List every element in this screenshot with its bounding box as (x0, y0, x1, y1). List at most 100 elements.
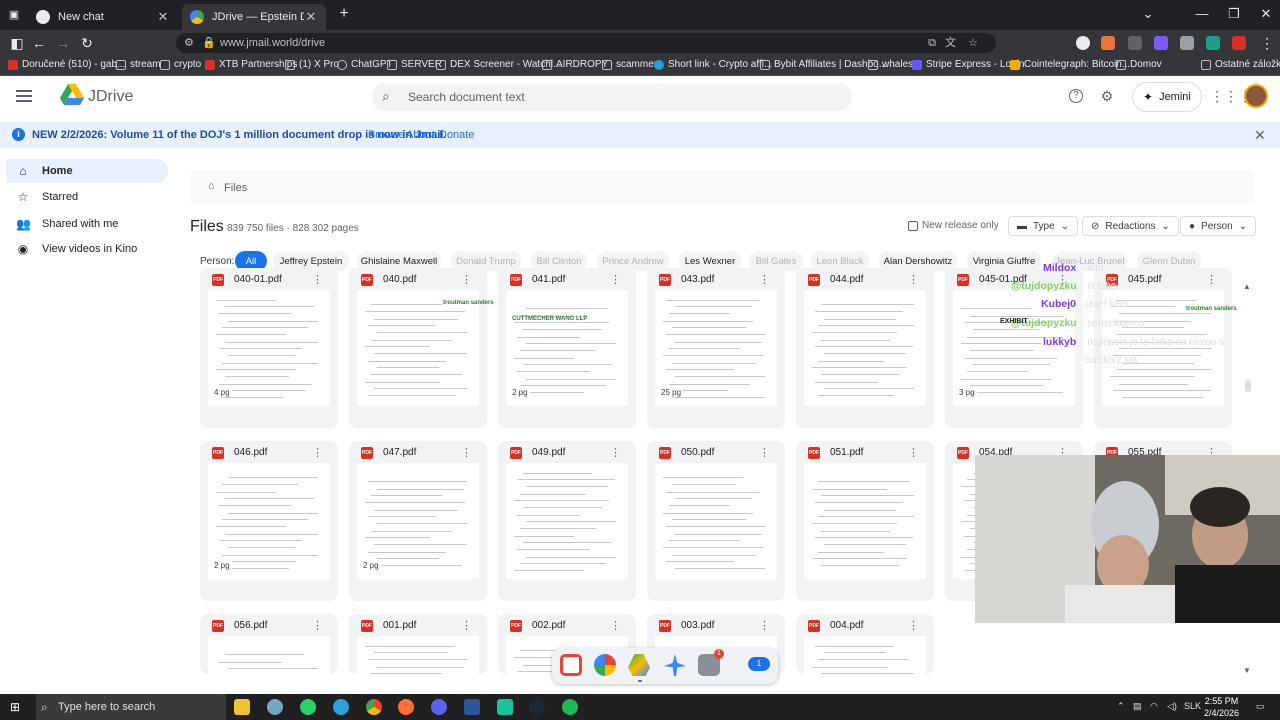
site-settings-icon[interactable]: ⚙ (184, 33, 194, 53)
bookmark-folder[interactable]: AIRDROPY (542, 59, 608, 70)
browser-tab-jdrive[interactable]: JDrive — Epstein Document Ar ✕ (182, 4, 326, 30)
more-options-icon[interactable]: ⋮ (461, 446, 472, 459)
chrome-icon[interactable] (366, 699, 382, 715)
bookmark-folder[interactable]: crypto (160, 59, 201, 70)
bookmark[interactable]: Doručené (510) - gab... (8, 59, 125, 70)
more-options-icon[interactable]: ⋮ (461, 273, 472, 286)
close-tab-icon[interactable]: ✕ (304, 9, 318, 25)
more-options-icon[interactable]: ⋮ (759, 446, 770, 459)
word-icon[interactable] (464, 699, 480, 715)
file-name[interactable]: 046.pdf (234, 447, 267, 458)
extension-icon[interactable] (1128, 36, 1142, 50)
document-thumbnail[interactable] (804, 636, 926, 674)
document-thumbnail[interactable] (804, 290, 926, 406)
clock[interactable]: 2:55 PM 2/4/2026 (1204, 695, 1239, 719)
document-thumbnail[interactable] (357, 636, 479, 674)
file-card[interactable]: PDF 049.pdf ⋮ (498, 441, 636, 601)
more-options-icon[interactable]: ⋮ (759, 273, 770, 286)
avatar[interactable] (1244, 84, 1268, 108)
person-filter[interactable]: ● Person ⌄ (1180, 216, 1257, 236)
file-card[interactable]: PDF 041.pdf ⋮ 2 pg (498, 268, 636, 428)
sidebar-toggle-icon[interactable]: ◧ (8, 34, 26, 52)
profile-icon[interactable] (1076, 36, 1090, 50)
notifications-icon[interactable]: ▭ (1256, 701, 1265, 712)
app-icon[interactable] (267, 699, 283, 715)
firefox-icon[interactable] (398, 699, 414, 715)
file-name[interactable]: 051.pdf (830, 447, 863, 458)
extension-icon[interactable] (1232, 36, 1246, 50)
file-card[interactable]: PDF 004.pdf ⋮ (796, 614, 934, 674)
redactions-filter[interactable]: ⊘ Redactions ⌄ (1082, 216, 1179, 236)
whatsapp-icon[interactable] (300, 699, 316, 715)
spotify-icon[interactable] (562, 699, 578, 715)
search-input[interactable]: Search document text (408, 90, 525, 104)
help-icon[interactable]: ? (1069, 89, 1083, 103)
tab-search-icon[interactable]: ⌄ (1138, 6, 1158, 22)
flights-icon[interactable] (664, 654, 686, 676)
more-options-icon[interactable]: ⋮ (610, 619, 621, 632)
file-name[interactable]: 043.pdf (681, 274, 714, 285)
browser-menu-icon[interactable]: ⋮ (1258, 34, 1276, 52)
file-card[interactable]: PDF 051.pdf ⋮ (796, 441, 934, 601)
file-card[interactable]: PDF 001.pdf ⋮ (349, 614, 487, 674)
file-name[interactable]: 040.pdf (383, 274, 416, 285)
document-thumbnail[interactable] (357, 290, 479, 406)
banner-browse-link[interactable]: Browse (368, 129, 405, 141)
file-name[interactable]: 050.pdf (681, 447, 714, 458)
file-card[interactable]: PDF 040.pdf ⋮ (349, 268, 487, 428)
bookmark-star-icon[interactable]: ☆ (968, 33, 978, 53)
sidebar-item-home[interactable]: ⌂ Home (6, 159, 168, 183)
more-options-icon[interactable]: ⋮ (908, 619, 919, 632)
bookmark[interactable]: XTB Partnerships (205, 59, 297, 70)
home-icon[interactable]: ⌂ (208, 180, 215, 192)
file-name[interactable]: 049.pdf (532, 447, 565, 458)
close-window-icon[interactable]: ✕ (1256, 6, 1276, 22)
banner-about-link[interactable]: About (406, 129, 435, 141)
type-filter[interactable]: ▬ Type ⌄ (1008, 216, 1079, 236)
jdrive-logo-icon[interactable] (60, 84, 84, 106)
file-name[interactable]: 004.pdf (830, 620, 863, 631)
tray-chevron-icon[interactable]: ⌃ (1117, 701, 1125, 712)
bookmark[interactable]: (1) X Pro (285, 59, 339, 70)
bookmark[interactable]: Short link - Crypto affi... (654, 59, 772, 70)
install-app-icon[interactable]: ⧉ (928, 33, 936, 53)
telegram-icon[interactable] (333, 699, 349, 715)
file-card[interactable]: PDF 050.pdf ⋮ (647, 441, 785, 601)
more-options-icon[interactable]: ⋮ (461, 619, 472, 632)
more-options-icon[interactable]: ⋮ (312, 619, 323, 632)
more-options-icon[interactable]: ⋮ (610, 446, 621, 459)
steam-icon[interactable] (529, 699, 545, 715)
more-options-icon[interactable]: ⋮ (312, 446, 323, 459)
file-name[interactable]: 001.pdf (383, 620, 416, 631)
file-name[interactable]: 045.pdf (1128, 274, 1161, 285)
browser-tab-new-chat[interactable]: New chat ✕ (28, 4, 178, 30)
file-name[interactable]: 003.pdf (681, 620, 714, 631)
new-release-checkbox[interactable]: New release only (908, 220, 999, 231)
bookmark-folder[interactable]: whales (868, 59, 913, 70)
file-name[interactable]: 040-01.pdf (234, 274, 282, 285)
address-bar[interactable]: ⚙ 🔒 www.jmail.world/drive ⧉ 文 ☆ (176, 33, 996, 53)
chat-count-badge[interactable]: 1 (748, 657, 770, 671)
taskbar-search-input[interactable]: Type here to search (58, 701, 155, 713)
scroll-up-icon[interactable]: ▲ (1243, 282, 1251, 291)
file-card[interactable]: PDF 056.pdf ⋮ (200, 614, 338, 674)
file-card[interactable]: PDF 043.pdf ⋮ 25 pg (647, 268, 785, 428)
more-options-icon[interactable]: ⋮ (610, 273, 621, 286)
restore-icon[interactable]: ❐ (1224, 6, 1244, 22)
more-options-icon[interactable]: ⋮ (1206, 273, 1217, 286)
bookmark-folder[interactable]: SERVER (387, 59, 442, 70)
close-banner-icon[interactable]: ✕ (1254, 127, 1266, 144)
extension-brave-icon[interactable] (1101, 36, 1115, 50)
reload-icon[interactable]: ↻ (78, 34, 96, 52)
banner-donate-link[interactable]: Donate (439, 129, 474, 141)
volume-icon[interactable]: ◁) (1167, 701, 1177, 712)
close-tab-icon[interactable]: ✕ (156, 9, 170, 25)
gmail-icon[interactable] (560, 654, 582, 676)
network-icon[interactable]: ▤ (1133, 701, 1142, 712)
bookmark-folder[interactable]: stream (116, 59, 161, 70)
discord-icon[interactable] (431, 699, 447, 715)
document-thumbnail[interactable] (506, 463, 628, 579)
menu-icon[interactable] (16, 90, 32, 105)
scroll-thumb[interactable] (1245, 380, 1251, 392)
file-name[interactable]: 002.pdf (532, 620, 565, 631)
